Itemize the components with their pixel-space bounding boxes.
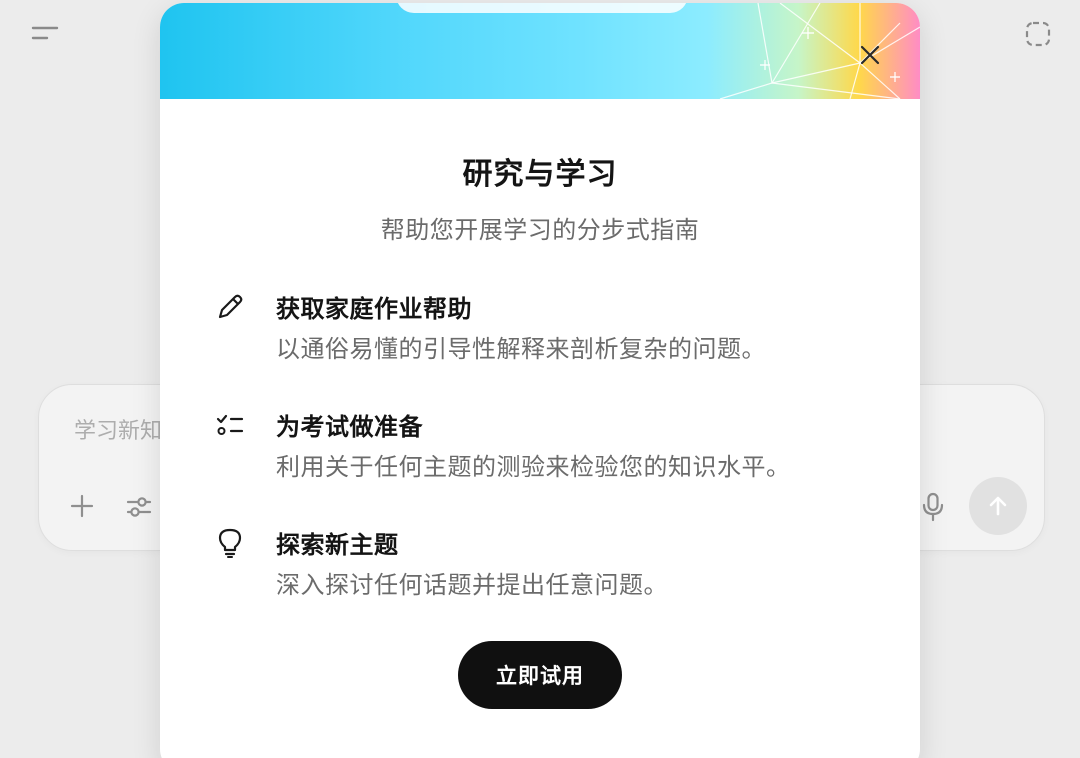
feature-title: 探索新主题 <box>276 531 399 559</box>
temporary-chat-button[interactable] <box>1020 18 1056 50</box>
feature-description: 利用关于任何主题的测验来检验您的知识水平。 <box>276 453 791 481</box>
voice-input-button[interactable] <box>915 489 951 525</box>
banner-notch <box>396 3 688 13</box>
feature-exam-prep: 为考试做准备 利用关于任何主题的测验来检验您的知识水平。 <box>210 409 890 489</box>
close-icon <box>860 45 880 65</box>
microphone-icon <box>922 492 944 522</box>
plus-icon <box>70 494 94 518</box>
banner-decoration <box>719 3 920 99</box>
feature-description: 深入探讨任何话题并提出任意问题。 <box>276 571 668 599</box>
close-button[interactable] <box>854 39 886 71</box>
dialog-banner <box>160 3 920 99</box>
pencil-icon <box>214 291 246 323</box>
dialog-subtitle: 帮助您开展学习的分步式指南 <box>380 216 700 244</box>
feature-homework-help: 获取家庭作业帮助 以通俗易懂的引导性解释来剖析复杂的问题。 <box>210 291 890 371</box>
lightbulb-icon <box>214 527 246 559</box>
feature-description: 以通俗易懂的引导性解释来剖析复杂的问题。 <box>276 335 766 363</box>
study-mode-dialog: 研究与学习 帮助您开展学习的分步式指南 获取家庭作业帮助 以通俗易懂的引导性解释… <box>160 3 920 758</box>
try-now-button[interactable]: 立即试用 <box>458 641 622 709</box>
app-window: 研究与学习 帮助您开展学习的分步式指南 获取家庭作业帮助 以通俗易懂的引导性解释… <box>0 0 1080 758</box>
send-button[interactable] <box>969 477 1027 535</box>
tools-button[interactable] <box>121 489 157 525</box>
feature-title: 为考试做准备 <box>276 413 423 441</box>
arrow-up-icon <box>989 496 1007 516</box>
sliders-icon <box>126 497 152 517</box>
add-attachment-button[interactable] <box>65 489 99 523</box>
menu-button[interactable] <box>26 20 64 46</box>
dashed-square-icon <box>1025 21 1051 47</box>
checklist-icon <box>214 409 246 441</box>
dialog-title: 研究与学习 <box>462 157 618 192</box>
menu-icon <box>31 26 59 40</box>
feature-explore-topics: 探索新主题 深入探讨任何话题并提出任意问题。 <box>210 527 890 607</box>
feature-title: 获取家庭作业帮助 <box>276 295 472 323</box>
